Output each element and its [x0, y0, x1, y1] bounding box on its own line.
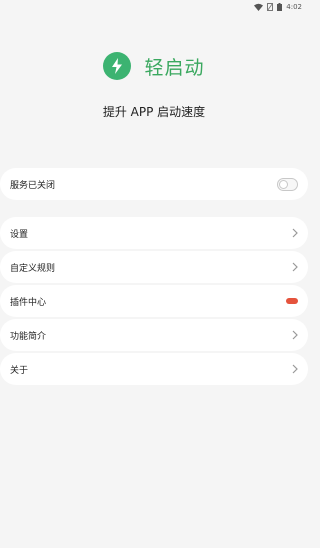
menu-item-about[interactable]: 关于	[0, 353, 308, 385]
menu-item-label: 自定义规则	[10, 263, 56, 274]
menu-item-label: 设置	[10, 229, 29, 240]
menu-item-features[interactable]: 功能简介	[0, 319, 308, 351]
menu-item-label: 关于	[10, 365, 29, 376]
menu-item-plugin-center[interactable]: 插件中心	[0, 285, 308, 317]
slogan: 提升 APP 启动速度	[102, 105, 206, 119]
sim-icon	[267, 3, 274, 11]
menu-item-custom-rules[interactable]: 自定义规则	[0, 251, 308, 283]
menu-item-settings[interactable]: 设置	[0, 217, 308, 249]
service-toggle-row[interactable]: 服务已关闭	[0, 168, 308, 200]
service-toggle[interactable]	[277, 177, 298, 191]
chevron-right-icon	[292, 330, 298, 340]
status-bar: 4:02	[0, 0, 308, 14]
battery-icon	[277, 3, 283, 11]
app-header: 轻启动	[0, 52, 308, 80]
plugin-indicator	[286, 298, 298, 304]
toggle-knob	[279, 179, 288, 189]
service-status-label: 服务已关闭	[10, 180, 56, 191]
wifi-icon	[254, 3, 264, 11]
chevron-right-icon	[292, 364, 298, 374]
chevron-right-icon	[292, 262, 298, 272]
app-name: 轻启动	[144, 56, 205, 79]
lightning-icon	[103, 52, 132, 80]
menu-item-label: 功能简介	[10, 331, 47, 342]
menu-item-label: 插件中心	[10, 297, 47, 308]
status-time: 4:02	[286, 3, 302, 11]
chevron-right-icon	[292, 228, 298, 238]
new-badge	[286, 298, 298, 304]
